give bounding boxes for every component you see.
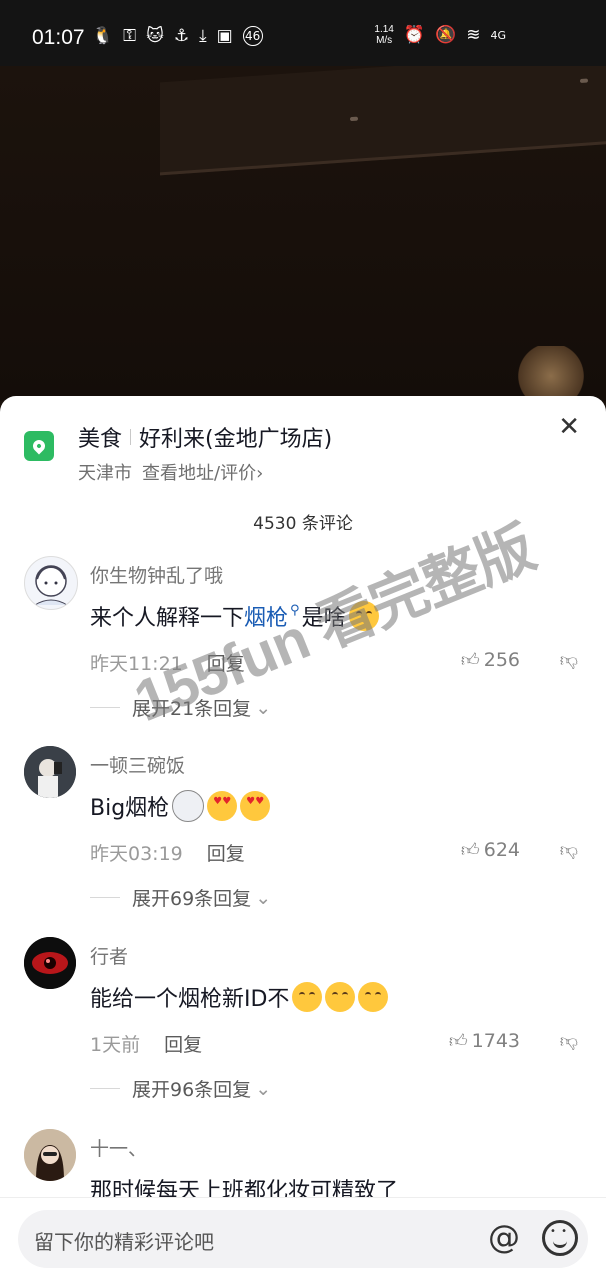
crying-emoji-icon <box>325 982 356 1012</box>
location-category: 美食 <box>78 427 123 452</box>
key-icon: ⚿ <box>123 26 137 46</box>
location-title[interactable]: 美食 好利来(金地广场店) <box>78 421 332 453</box>
chevron-down-icon: ⌄ <box>255 886 272 909</box>
thumb-up-icon: 👍︎ <box>460 840 480 861</box>
download-icon: ⤓ <box>199 26 207 46</box>
location-name: 好利来(金地广场店) <box>139 427 333 452</box>
alarm-icon: ⏰ <box>403 25 426 45</box>
signal-icon: 4G <box>490 28 506 42</box>
chevron-down-icon: ⌄ <box>255 1077 272 1100</box>
chevron-right-icon: › <box>256 463 264 484</box>
image-icon: ▣ <box>216 26 233 46</box>
expand-replies-button[interactable]: 展开21条回复 ⌄ <box>90 694 271 721</box>
status-icons-left: 🐧 ⚿ 🐱 ⚓ ⤓ ▣ 46 <box>92 26 263 46</box>
expand-replies-button[interactable]: 展开69条回复 ⌄ <box>90 884 271 911</box>
comment-time: 1天前 <box>90 1034 141 1056</box>
ceiling-light <box>580 78 588 84</box>
comment-count: 4530 条评论 <box>253 514 353 534</box>
comment-text[interactable]: 能给一个烟枪新ID不 <box>90 981 389 1013</box>
like-button[interactable]: 👍︎ 1743 <box>449 1030 520 1052</box>
heart-eyes-emoji-icon <box>207 791 238 821</box>
location-link[interactable]: 查看地址/评价› <box>142 459 263 485</box>
mute-icon: 🔕 <box>435 25 457 45</box>
close-icon[interactable]: ✕ <box>558 412 580 442</box>
divider <box>130 429 132 445</box>
reply-button[interactable]: 回复 <box>207 649 245 676</box>
comment-meta: 1天前 回复 <box>90 1030 202 1057</box>
status-icons-right: 1.14 M/s ⏰ 🔕 ≋ 4G <box>374 24 506 46</box>
avatar[interactable] <box>24 556 78 610</box>
comment-meta: 昨天03:19 回复 <box>90 839 245 866</box>
avatar[interactable] <box>24 937 76 989</box>
comment-username[interactable]: 十一、 <box>90 1134 147 1161</box>
thumb-down-icon[interactable]: 👎︎ <box>560 1030 578 1052</box>
search-link[interactable]: 烟枪 <box>244 600 288 632</box>
comment-meta: 昨天11:21 回复 <box>90 649 245 676</box>
comment-input-placeholder[interactable]: 留下你的精彩评论吧 <box>34 1226 214 1255</box>
like-count: 256 <box>483 649 520 671</box>
crying-emoji-icon <box>292 982 323 1012</box>
comment-username[interactable]: 行者 <box>90 942 128 969</box>
wifi-icon: ≋ <box>466 25 481 45</box>
comment-text[interactable]: 来个人解释一下 烟枪 ⚲ 是啥 <box>90 600 379 632</box>
like-button[interactable]: 👍︎ 624 <box>461 839 520 861</box>
app-icon: ⚓ <box>173 26 190 46</box>
divider <box>90 897 120 898</box>
divider <box>90 1088 120 1089</box>
status-time: 01:07 <box>32 26 85 49</box>
thumb-down-icon[interactable]: 👎︎ <box>560 649 578 671</box>
at-icon[interactable]: @ <box>488 1218 520 1256</box>
comment-username[interactable]: 你生物钟乱了哦 <box>90 561 223 588</box>
comment-input-bar: 留下你的精彩评论吧 @ <box>0 1197 606 1281</box>
heart-eyes-emoji-icon <box>240 791 271 821</box>
status-bar: 01:07 🐧 ⚿ 🐱 ⚓ ⤓ ▣ 46 1.14 M/s ⏰ 🔕 ≋ 4G <box>0 0 606 66</box>
like-count: 1743 <box>471 1030 520 1052</box>
thumb-up-icon: 👍︎ <box>448 1031 468 1052</box>
location-city: 天津市 <box>78 463 132 484</box>
ceiling-light <box>350 116 358 122</box>
chevron-down-icon: ⌄ <box>255 696 272 719</box>
comment-sheet: 美食 好利来(金地广场店) 天津市 查看地址/评价› ✕ 4530 条评论 你生… <box>0 396 606 1280</box>
cat-app-icon: 🐱 <box>146 26 164 46</box>
expand-replies-button[interactable]: 展开96条回复 ⌄ <box>90 1075 271 1102</box>
plant-decoration <box>516 346 586 401</box>
like-count: 624 <box>483 839 520 861</box>
crying-emoji-icon <box>358 982 389 1012</box>
location-pin-icon[interactable] <box>24 431 54 461</box>
location-subtitle: 天津市 查看地址/评价› <box>78 459 263 485</box>
ceiling-panel <box>160 66 606 176</box>
divider <box>90 707 120 708</box>
thumb-down-icon[interactable]: 👎︎ <box>560 839 578 861</box>
net-speed: 1.14 M/s <box>374 24 394 46</box>
like-button[interactable]: 👍︎ 256 <box>461 649 520 671</box>
search-icon[interactable]: ⚲ <box>290 603 300 618</box>
reply-button[interactable]: 回复 <box>164 1030 202 1057</box>
reply-button[interactable]: 回复 <box>207 839 245 866</box>
thumb-up-icon: 👍︎ <box>460 650 480 671</box>
cat-emoji-icon <box>172 790 205 822</box>
avatar[interactable] <box>24 1129 76 1181</box>
comment-text[interactable]: Big烟枪 <box>90 790 271 822</box>
crying-emoji-icon <box>348 601 379 631</box>
comment-time: 昨天03:19 <box>90 843 183 865</box>
smile-icon[interactable] <box>542 1220 578 1256</box>
comment-username[interactable]: 一顿三碗饭 <box>90 751 185 778</box>
comment-time: 昨天11:21 <box>90 653 183 675</box>
notification-badge: 46 <box>242 26 263 46</box>
qq-icon: 🐧 <box>92 26 114 46</box>
avatar[interactable] <box>24 746 76 798</box>
video-background[interactable] <box>0 66 606 401</box>
